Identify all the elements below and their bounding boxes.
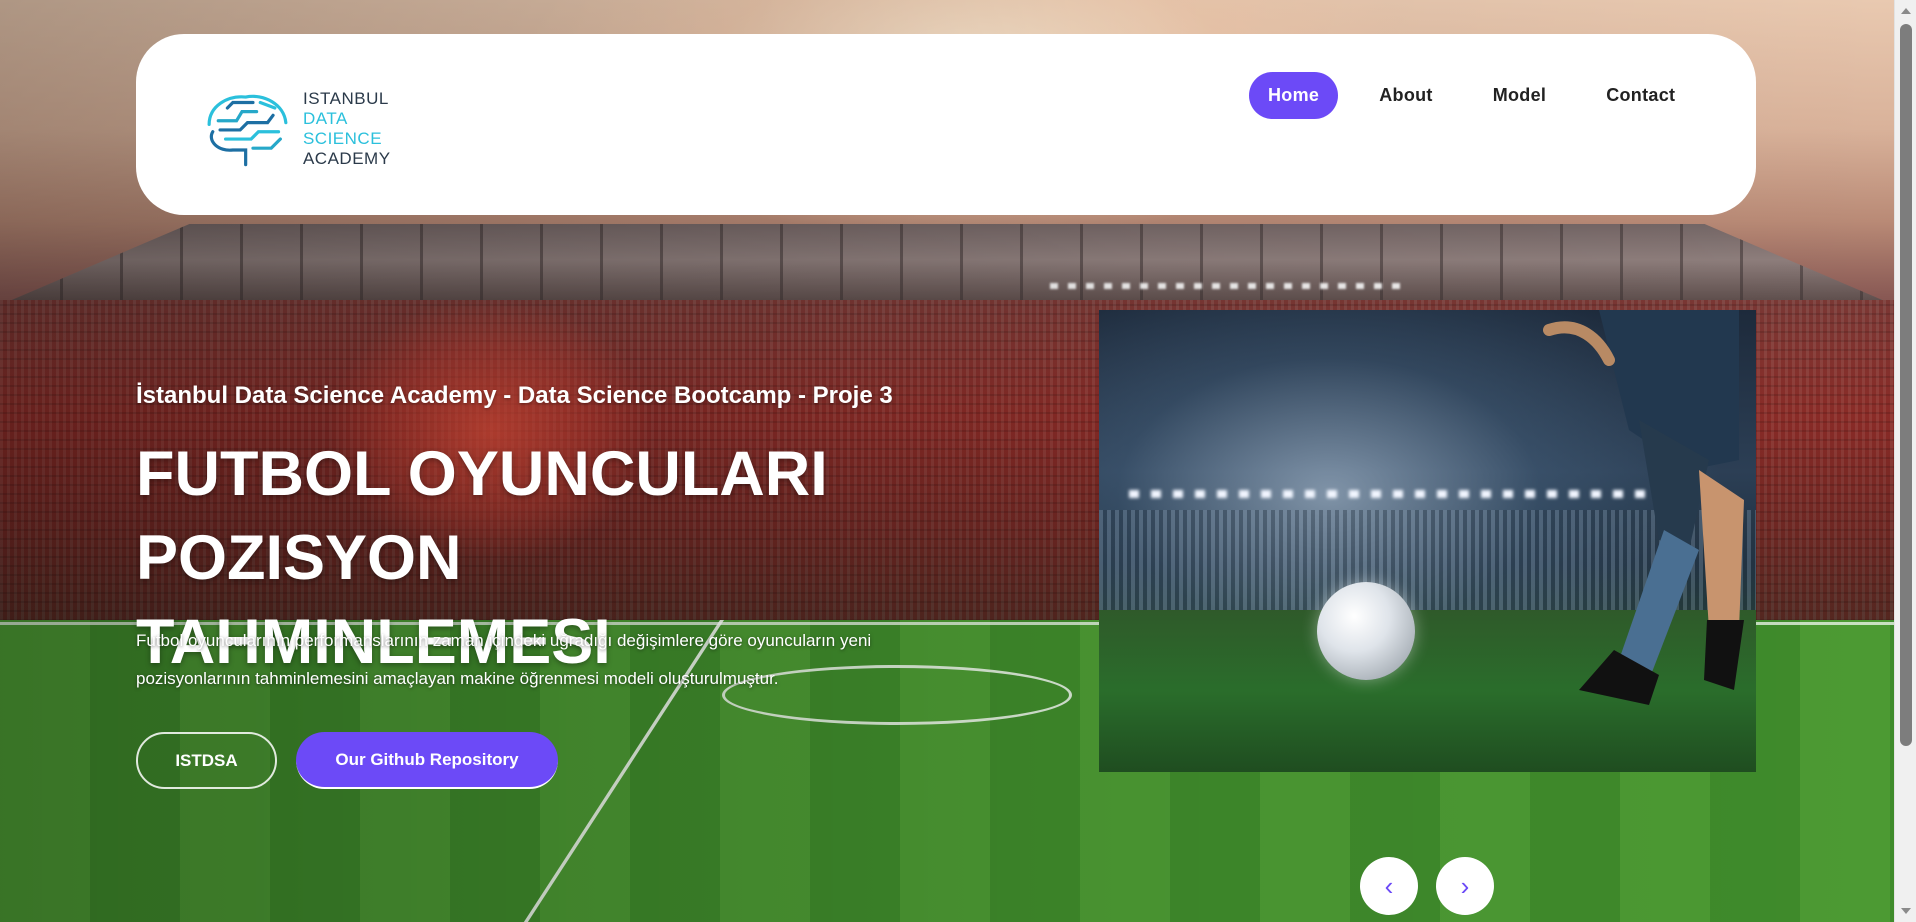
hero-description: Futbol oyuncularının performanslarının z… xyxy=(136,631,872,688)
logo-line-3: ACADEMY xyxy=(302,149,391,168)
logo-line-2: DATA SCIENCE xyxy=(302,109,383,148)
github-repository-button[interactable]: Our Github Repository xyxy=(296,732,558,789)
carousel-prev-button[interactable]: ‹ xyxy=(1360,857,1418,915)
hero-subtitle: İstanbul Data Science Academy - Data Sci… xyxy=(136,382,893,409)
carousel-next-button[interactable]: › xyxy=(1436,857,1494,915)
nav-model[interactable]: Model xyxy=(1474,72,1566,119)
page-scrollbar[interactable] xyxy=(1894,0,1916,922)
scrollbar-thumb[interactable] xyxy=(1900,24,1912,746)
logo-text: ISTANBUL DATA SCIENCE ACADEMY xyxy=(303,89,420,169)
hero-football-image xyxy=(1099,310,1756,772)
istdsa-button[interactable]: ISTDSA xyxy=(136,732,277,789)
hero-buttons: ISTDSA Our Github Repository xyxy=(136,732,558,789)
nav-contact[interactable]: Contact xyxy=(1587,72,1694,119)
chevron-right-icon: › xyxy=(1460,870,1470,901)
nav-home[interactable]: Home xyxy=(1249,72,1339,119)
football-ball xyxy=(1317,582,1415,680)
brain-circuit-logo-icon xyxy=(207,94,288,167)
logo-line-1: ISTANBUL xyxy=(302,89,389,108)
nav-about[interactable]: About xyxy=(1360,72,1451,119)
football-player-figure xyxy=(1543,310,1744,705)
scroll-down-arrow-icon[interactable] xyxy=(1901,908,1911,914)
scroll-up-arrow-icon[interactable] xyxy=(1901,8,1911,14)
chevron-left-icon: ‹ xyxy=(1384,870,1394,901)
hero-title-line-1: FUTBOL OYUNCULARI xyxy=(136,439,828,509)
site-header: ISTANBUL DATA SCIENCE ACADEMY Home About… xyxy=(136,34,1756,215)
main-nav: Home About Model Contact xyxy=(1249,72,1716,119)
logo[interactable]: ISTANBUL DATA SCIENCE ACADEMY xyxy=(200,84,420,174)
